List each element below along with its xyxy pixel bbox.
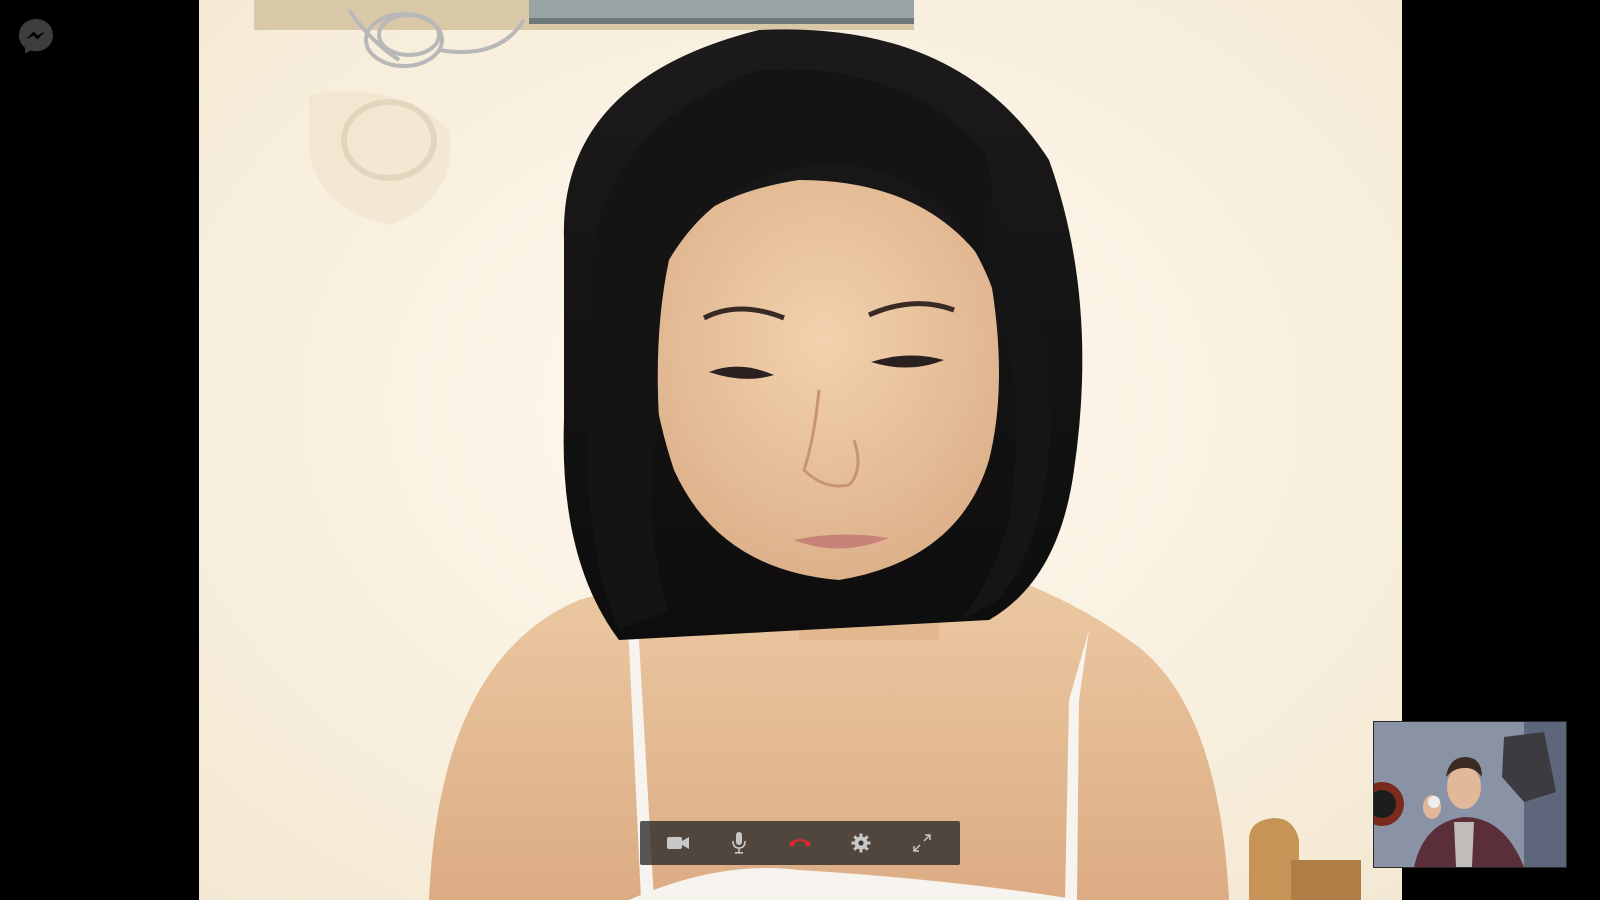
microphone-icon: [731, 831, 747, 855]
video-camera-icon: [666, 835, 690, 851]
remote-video-feed: [199, 0, 1402, 900]
toggle-video-button[interactable]: [658, 825, 698, 861]
messenger-logo-icon: [16, 16, 56, 56]
video-call-window: [0, 0, 1600, 900]
call-control-bar: [640, 821, 960, 865]
self-video-feed[interactable]: [1373, 721, 1567, 868]
fullscreen-button[interactable]: [902, 825, 942, 861]
fullscreen-expand-icon: [912, 834, 931, 852]
toggle-mic-button[interactable]: [719, 825, 759, 861]
end-call-button[interactable]: [780, 825, 820, 861]
gear-icon: [851, 833, 871, 853]
settings-button[interactable]: [841, 825, 881, 861]
end-call-icon: [788, 836, 812, 850]
